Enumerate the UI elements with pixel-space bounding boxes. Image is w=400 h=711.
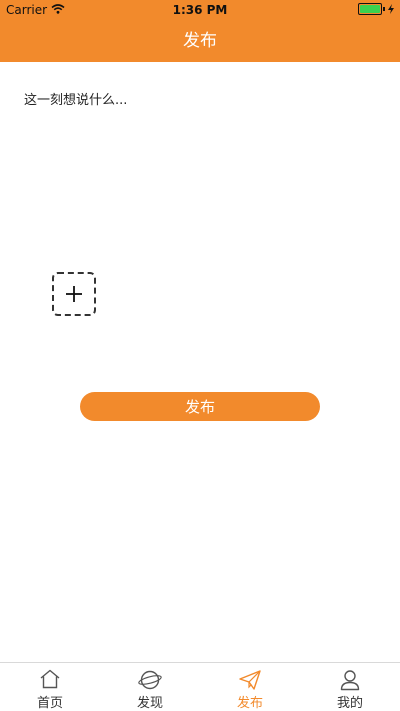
user-icon [339, 669, 361, 691]
tab-discover[interactable]: 发现 [100, 663, 200, 711]
paper-plane-icon [238, 669, 262, 691]
post-text-input[interactable]: 这一刻想说什么... [24, 89, 127, 108]
tab-profile[interactable]: 我的 [300, 663, 400, 711]
tab-bar: 首页 发现 发布 我的 [0, 662, 400, 711]
home-icon [39, 669, 61, 691]
status-bar: Carrier 1:36 PM [0, 0, 400, 20]
planet-icon [138, 669, 162, 691]
publish-button[interactable]: 发布 [80, 392, 320, 421]
tab-profile-label: 我的 [336, 696, 363, 711]
plus-icon [66, 286, 82, 302]
battery-icon [358, 3, 394, 15]
status-time: 1:36 PM [172, 3, 228, 17]
page-title: 发布 [183, 31, 217, 51]
tab-discover-label: 发现 [136, 696, 163, 711]
tab-publish-label: 发布 [236, 696, 263, 711]
charging-icon [388, 4, 394, 14]
tab-publish[interactable]: 发布 [200, 663, 300, 711]
add-image-button[interactable] [52, 272, 96, 316]
tab-home-label: 首页 [36, 696, 63, 711]
tab-home[interactable]: 首页 [0, 663, 100, 711]
app-header: Carrier 1:36 PM 发布 [0, 0, 400, 62]
